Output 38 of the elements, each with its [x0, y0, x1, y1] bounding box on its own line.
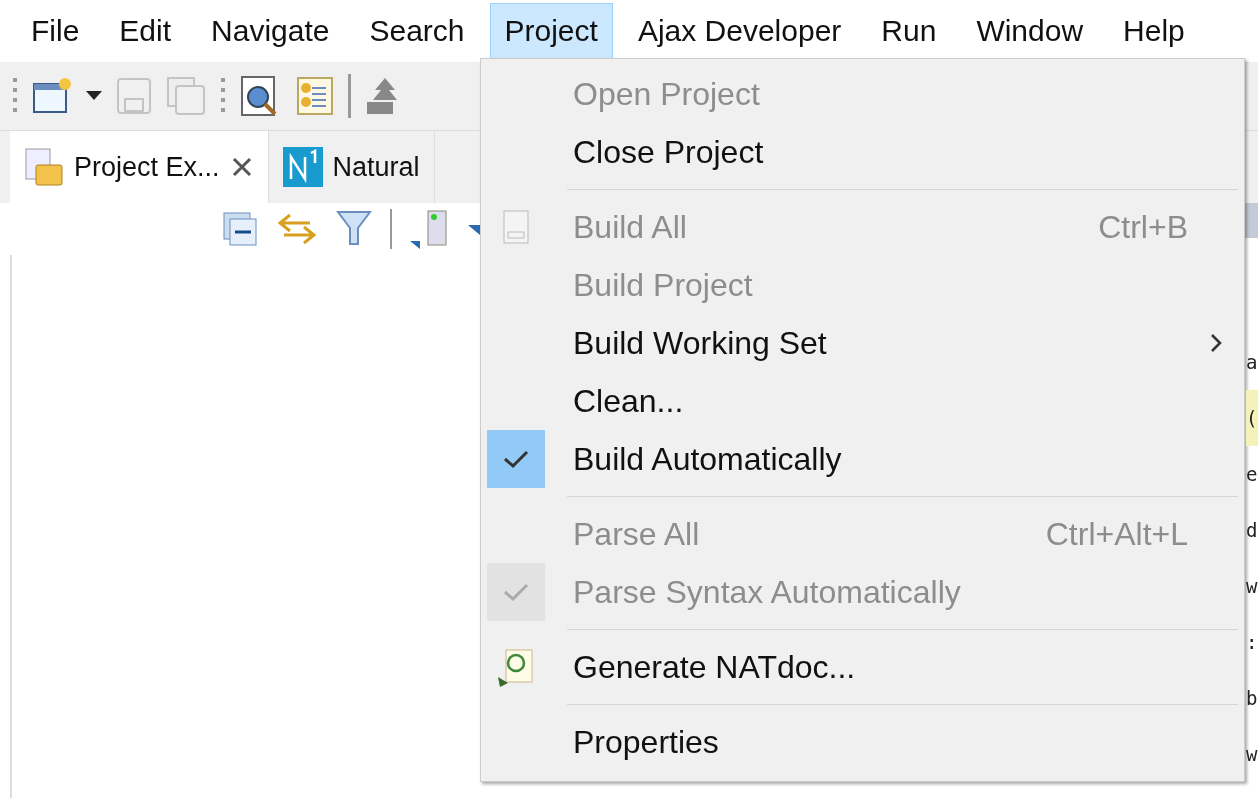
document-list-icon[interactable] [294, 76, 334, 116]
code-fragment: d [1246, 518, 1258, 543]
menu-bar-item[interactable]: Project [489, 3, 613, 59]
n-logo-icon [282, 147, 323, 187]
menu-bar-item[interactable]: Run [866, 3, 952, 59]
toolbar-separator-icon [390, 209, 392, 249]
menu-item[interactable]: Properties [487, 713, 1244, 771]
menu-bar-item[interactable]: File [16, 3, 95, 59]
menu-bar-item[interactable]: Window [961, 3, 1099, 59]
code-fragment: w [1246, 742, 1258, 767]
code-fragment: a [1246, 350, 1258, 375]
document-at-icon [496, 647, 536, 687]
menu-bar-item[interactable]: Navigate [196, 3, 345, 59]
file-icon [501, 210, 531, 244]
toolbar-separator-icon [348, 74, 351, 118]
code-fragment: : [1246, 630, 1258, 655]
view-tab[interactable]: Project Ex... [10, 131, 269, 203]
menu-bar-item[interactable]: Edit [104, 3, 187, 59]
filter-icon[interactable] [336, 210, 372, 248]
menu-bar-item[interactable]: Ajax Developer [622, 3, 857, 59]
link-arrows-icon[interactable] [276, 211, 318, 247]
collapse-all-icon[interactable] [222, 211, 258, 247]
menu-item[interactable]: Build Automatically [487, 430, 1244, 488]
menu-bar-item[interactable]: Help [1108, 3, 1200, 59]
code-fragment: e [1246, 462, 1258, 487]
dropdown-caret-icon[interactable] [86, 91, 102, 101]
code-fragment: w [1246, 574, 1258, 599]
code-fragment: b [1246, 686, 1258, 711]
menu-bar-item[interactable]: Search [354, 3, 480, 59]
menu-item[interactable]: Close Project [487, 123, 1244, 181]
menu-item[interactable]: Generate NATdoc... [487, 638, 1244, 696]
new-window-icon[interactable] [32, 76, 72, 116]
menu-item[interactable]: Clean... [487, 372, 1244, 430]
dropdown-triangle-icon[interactable] [468, 223, 480, 235]
server-icon[interactable] [410, 209, 450, 249]
code-fragment: ( [1246, 390, 1258, 446]
folder-document-icon [24, 147, 64, 187]
menu-item[interactable]: Build Working Set [487, 314, 1244, 372]
